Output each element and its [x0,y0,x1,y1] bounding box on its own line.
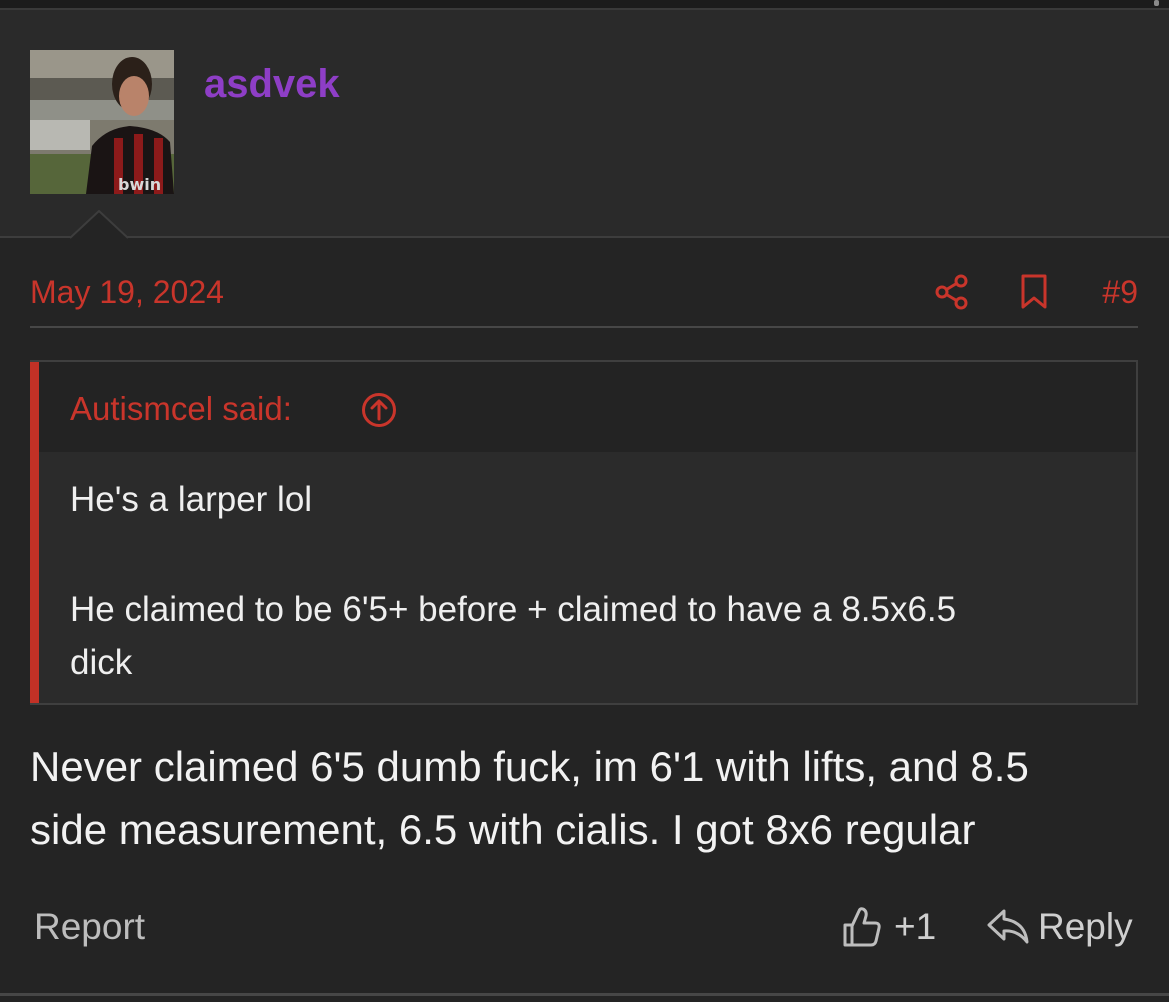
avatar-image: bwin [30,50,174,194]
post-number[interactable]: #9 [1102,274,1138,311]
message-line: Never claimed 6'5 dumb fuck, im 6'1 with… [30,743,1029,790]
post-user-header: bwin asdvek [0,10,1169,238]
bookmark-icon[interactable] [1018,274,1050,310]
post-meta-bar: May 19, 2024 #9 [30,270,1138,328]
header-pointer-arrow [70,210,128,240]
quote-accent-bar [30,362,39,703]
share-icon[interactable] [934,274,970,310]
reply-label: Reply [1038,906,1133,947]
quote-block: Autismcel said: He's a larper lol He cla… [30,360,1138,705]
post-date[interactable]: May 19, 2024 [30,274,224,311]
report-link[interactable]: Report [34,906,145,948]
thumbs-up-icon [843,907,881,947]
username[interactable]: asdvek [204,62,340,107]
reaction-count[interactable]: +1 [894,906,936,948]
quote-text-line: He claimed to be 6'5+ before + claimed t… [70,590,957,629]
arrow-up-circle-icon[interactable] [361,392,397,428]
bottom-divider [0,993,1169,996]
svg-text:bwin: bwin [118,175,161,194]
avatar[interactable]: bwin [30,50,174,194]
quote-header[interactable]: Autismcel said: [39,362,1136,452]
quote-text-line: He's a larper lol [70,480,313,519]
reply-arrow-icon [987,909,1029,944]
quote-text-line: dick [70,643,133,682]
scroll-indicator [1154,0,1159,6]
post-message: Never claimed 6'5 dumb fuck, im 6'1 with… [30,735,1130,861]
top-divider [0,0,1169,10]
quote-author[interactable]: Autismcel said: [70,390,292,428]
message-line: side measurement, 6.5 with cialis. I got… [30,806,976,853]
